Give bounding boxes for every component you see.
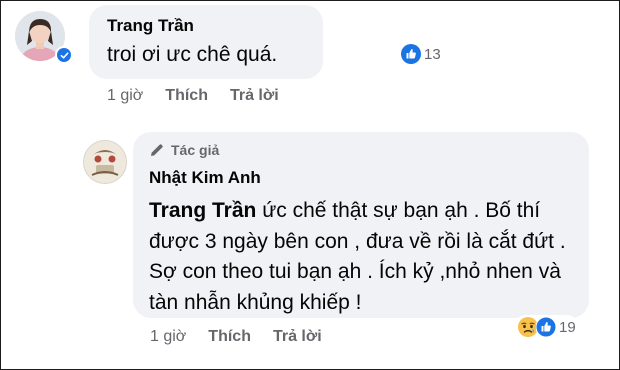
reply-bubble: Tác giả Nhật Kim Anh Trang Trần ức chế t… <box>133 132 589 318</box>
reply-author-name[interactable]: Nhật Kim Anh <box>149 168 261 188</box>
reply-reply-button[interactable]: Trả lời <box>273 328 322 346</box>
reply-reaction-count: 19 <box>559 318 576 336</box>
comment-reactions[interactable]: 13 <box>398 43 444 65</box>
reply-button[interactable]: Trả lời <box>230 87 279 105</box>
mention-link[interactable]: Trang Trần <box>149 199 256 222</box>
reply-text: Trang Trần ức chế thật sự bạn ạh . Bố th… <box>149 196 581 318</box>
reply-actions: 1 giờ Thích Trả lời <box>150 328 344 346</box>
comment-actions: 1 giờ Thích Trả lời <box>107 87 301 105</box>
screenshot-frame: Trang Trần troi ơi ưc chê quá. 13 1 giờ … <box>0 0 620 370</box>
author-badge: Tác giả <box>149 142 219 158</box>
reply-reactions[interactable]: 19 <box>514 315 579 339</box>
comment-bubble: Trang Trần troi ơi ưc chê quá. 13 <box>89 5 444 79</box>
reply-time[interactable]: 1 giờ <box>150 328 186 346</box>
comment-author-name[interactable]: Trang Trần <box>107 16 194 36</box>
like-reaction-icon <box>401 44 421 64</box>
comment-time[interactable]: 1 giờ <box>107 87 143 105</box>
comment-reaction-count: 13 <box>424 45 441 63</box>
comment-text: troi ơi ưc chê quá. <box>107 43 278 66</box>
like-button[interactable]: Thích <box>165 87 208 105</box>
verified-badge-icon <box>55 46 73 64</box>
avatar-nhat-kim-anh[interactable] <box>83 140 127 184</box>
pencil-icon <box>151 144 163 156</box>
like-reaction-icon <box>536 317 556 337</box>
author-badge-label: Tác giả <box>171 142 220 158</box>
reply-like-button[interactable]: Thích <box>208 328 251 346</box>
